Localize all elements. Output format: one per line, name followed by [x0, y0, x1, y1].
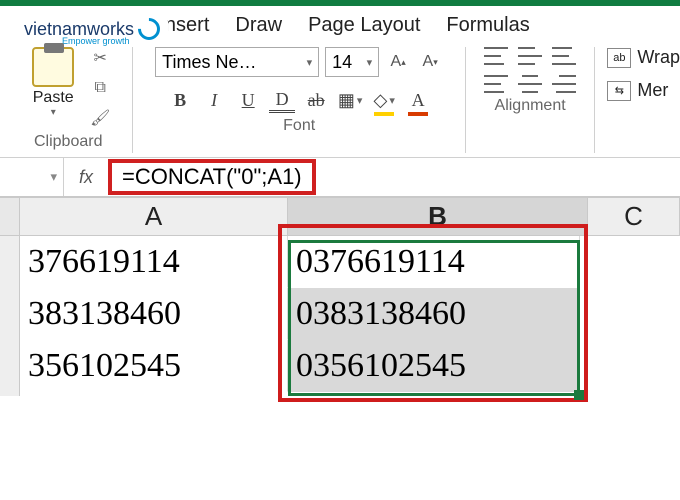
align-middle-button[interactable] — [518, 47, 542, 65]
align-bottom-button[interactable] — [552, 47, 576, 65]
format-painter-icon[interactable]: 🖌 — [89, 107, 111, 129]
fx-icon[interactable]: fx — [64, 167, 108, 188]
chevron-down-icon: ▾ — [51, 107, 56, 118]
align-top-button[interactable] — [484, 47, 508, 65]
decrease-font-icon[interactable]: A▾ — [417, 47, 443, 77]
wrap-text-icon: ab — [607, 48, 631, 68]
align-center-button[interactable] — [518, 75, 542, 93]
formula-input[interactable]: =CONCAT("0";A1) — [108, 159, 316, 195]
cell-b1[interactable]: 0376619114 — [288, 236, 580, 288]
logo-tagline: Empower growth — [62, 36, 130, 46]
tab-formulas[interactable]: Formulas — [446, 14, 529, 37]
col-header-c[interactable]: C — [588, 198, 680, 235]
group-wrap: ab Wrap ⇆ Mer — [595, 47, 680, 153]
col-header-b[interactable]: B — [288, 198, 588, 235]
ribbon: Paste ▾ ✂ ⧉ 🖌 Clipboard Times Ne… ▾ 14 ▾… — [0, 45, 680, 158]
double-underline-button[interactable]: D — [269, 87, 295, 113]
cell-b2[interactable]: 0383138460 — [288, 288, 580, 340]
align-right-button[interactable] — [552, 75, 576, 93]
formula-bar: ▾ fx =CONCAT("0";A1) — [0, 158, 680, 198]
paste-icon — [32, 47, 74, 87]
group-alignment: Alignment — [466, 47, 595, 153]
cell-a1[interactable]: 376619114 — [20, 236, 288, 288]
group-label-font: Font — [283, 117, 315, 135]
merge-icon: ⇆ — [607, 81, 631, 101]
column-headers: A B C — [0, 198, 680, 236]
group-font: Times Ne… ▾ 14 ▾ A▴ A▾ B I U D ab ▦▾ ◇▾ … — [133, 47, 465, 153]
font-size-value: 14 — [332, 52, 352, 73]
font-size-select[interactable]: 14 ▾ — [325, 47, 379, 77]
merge-center-button[interactable]: ⇆ Mer — [607, 80, 680, 101]
group-label-alignment: Alignment — [476, 97, 584, 115]
chevron-down-icon: ▾ — [367, 56, 373, 69]
cell-a2[interactable]: 383138460 — [20, 288, 288, 340]
paste-button[interactable]: Paste ▾ — [25, 47, 81, 129]
font-color-button[interactable]: A — [405, 87, 431, 113]
cell-b3[interactable]: 0356102545 — [288, 340, 580, 392]
font-name-select[interactable]: Times Ne… ▾ — [155, 47, 319, 77]
underline-button[interactable]: U — [235, 87, 261, 113]
name-box[interactable]: ▾ — [0, 158, 64, 196]
cell-a3[interactable]: 356102545 — [20, 340, 288, 392]
tab-draw[interactable]: Draw — [235, 14, 282, 37]
grid-body: 376619114 383138460 356102545 0376619114… — [0, 236, 680, 396]
copy-icon[interactable]: ⧉ — [89, 77, 111, 99]
fill-color-button[interactable]: ◇▾ — [371, 87, 397, 113]
align-left-button[interactable] — [484, 75, 508, 93]
merge-label: Mer — [637, 80, 668, 101]
chevron-down-icon: ▾ — [307, 56, 313, 69]
group-clipboard: Paste ▾ ✂ ⧉ 🖌 Clipboard — [4, 47, 133, 153]
logo-swoosh-icon — [133, 13, 164, 44]
cut-icon[interactable]: ✂ — [89, 47, 111, 69]
select-all-corner[interactable] — [0, 198, 20, 235]
paste-label: Paste — [33, 89, 74, 107]
font-name-value: Times Ne… — [162, 52, 256, 73]
bold-button[interactable]: B — [167, 87, 193, 113]
row-headers[interactable] — [0, 236, 20, 396]
italic-button[interactable]: I — [201, 87, 227, 113]
borders-button[interactable]: ▦▾ — [337, 87, 363, 113]
strike-button[interactable]: ab — [303, 87, 329, 113]
increase-font-icon[interactable]: A▴ — [385, 47, 411, 77]
tab-page-layout[interactable]: Page Layout — [308, 14, 420, 37]
col-header-a[interactable]: A — [20, 198, 288, 235]
group-label-clipboard: Clipboard — [34, 133, 102, 151]
wrap-text-label: Wrap — [637, 47, 680, 68]
wrap-text-button[interactable]: ab Wrap — [607, 47, 680, 68]
